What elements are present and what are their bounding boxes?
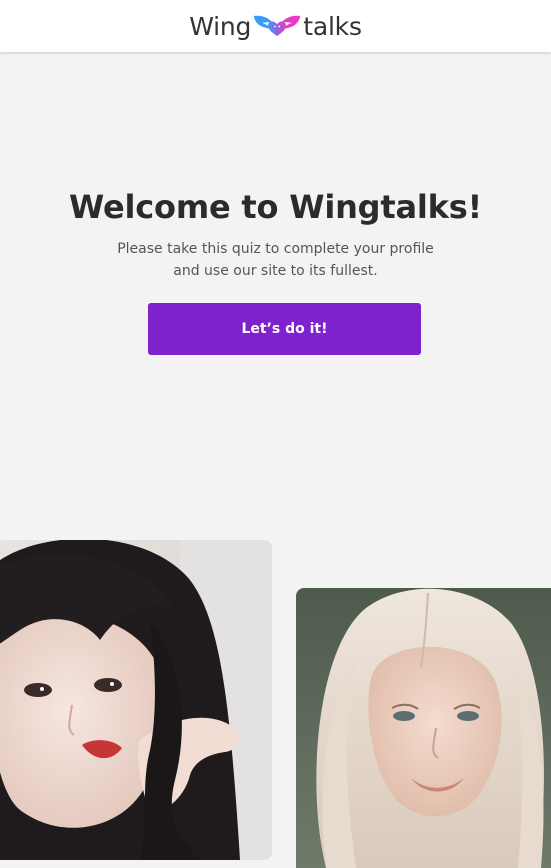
logo-text-wing: Wing <box>189 11 252 41</box>
subtitle-line-1: Please take this quiz to complete your p… <box>117 241 434 257</box>
profile-photo-blonde-hair <box>296 588 551 868</box>
wings-heart-icon <box>254 15 301 36</box>
profile-photo-dark-hair <box>0 540 272 860</box>
page-title: Welcome to Wingtalks! <box>69 188 482 226</box>
page-subtitle: Please take this quiz to complete your p… <box>0 238 551 282</box>
wingtalks-logo[interactable]: Wing talks <box>189 12 362 41</box>
subtitle-line-2: and use our site to its fullest. <box>173 263 378 279</box>
welcome-section: Welcome to Wingtalks! Please take this q… <box>0 188 551 282</box>
logo-text-talks: talks <box>303 11 362 41</box>
start-quiz-button[interactable]: Let’s do it! <box>148 303 421 355</box>
site-header: Wing talks <box>0 0 551 52</box>
